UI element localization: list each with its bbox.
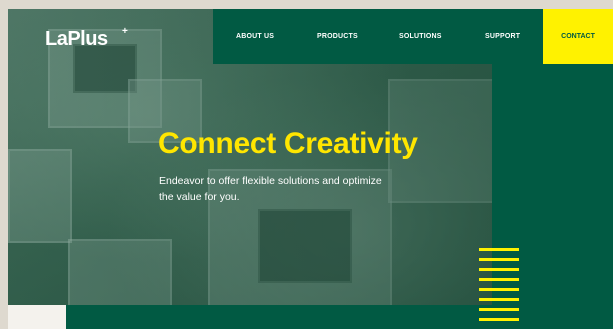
stripe [479,308,519,311]
stripe [479,248,519,251]
stripe [479,298,519,301]
hero-headline: Connect Creativity [158,127,418,160]
stripe [479,318,519,321]
stripe [479,278,519,281]
stripe [479,268,519,271]
nav-solutions[interactable]: SOLUTIONS [399,9,442,64]
stripe [479,258,519,261]
decorative-stripes [479,248,519,329]
main-nav: ABOUT US PRODUCTS SOLUTIONS SUPPORT CONT… [213,9,613,64]
nav-about-us[interactable]: ABOUT US [236,9,274,64]
bottom-white-block [8,305,66,329]
brand-plus-mark: + [122,26,128,37]
hero-subtext: Endeavor to offer flexible solutions and… [159,175,382,203]
nav-products[interactable]: PRODUCTS [317,9,358,64]
nav-contact-button[interactable]: CONTACT [543,9,613,64]
bottom-band [66,305,613,329]
nav-support[interactable]: SUPPORT [485,9,520,64]
brand-logo[interactable]: LaPlus [45,28,108,51]
stripe [479,288,519,291]
page: LaPlus + ABOUT US PRODUCTS SOLUTIONS SUP… [8,9,613,329]
